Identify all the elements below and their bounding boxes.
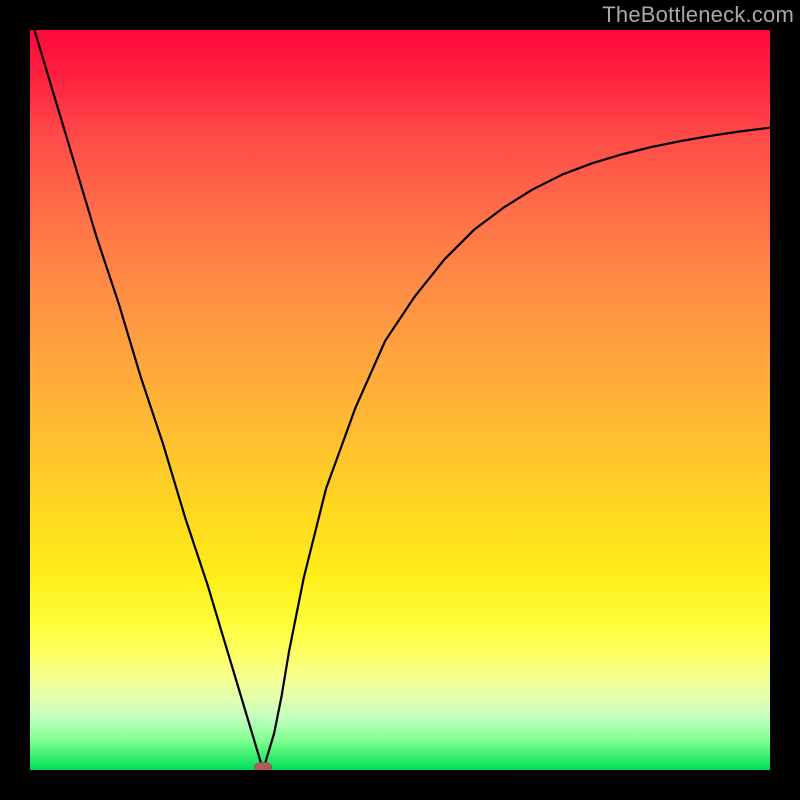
plot-area bbox=[30, 30, 770, 770]
bottleneck-curve bbox=[30, 30, 770, 770]
curve-svg bbox=[30, 30, 770, 770]
min-marker bbox=[254, 762, 272, 770]
chart-frame: TheBottleneck.com bbox=[0, 0, 800, 800]
watermark-text: TheBottleneck.com bbox=[602, 2, 794, 28]
